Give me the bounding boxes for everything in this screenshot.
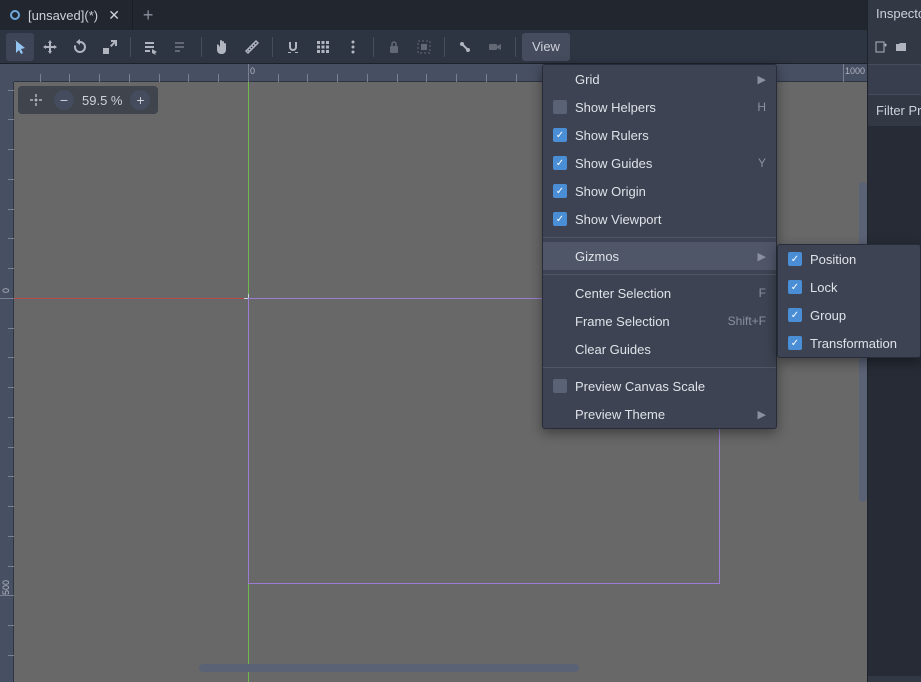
close-icon[interactable]: ✕ <box>106 7 122 23</box>
menu-frame-selection[interactable]: Frame Selection Shift+F <box>543 307 776 335</box>
load-resource-icon[interactable] <box>894 40 908 54</box>
grid-snap-toggle[interactable] <box>309 33 337 61</box>
toolbar: View <box>0 30 921 64</box>
scrollbar-horizontal[interactable] <box>14 664 854 672</box>
resource-path <box>868 64 921 94</box>
submenu-position[interactable]: Position <box>778 245 920 273</box>
snap-toggle[interactable] <box>279 33 307 61</box>
ruler-v-label-0: 0 <box>1 288 11 293</box>
center-view-icon[interactable] <box>26 90 46 110</box>
skeleton-options[interactable] <box>451 33 479 61</box>
menu-preview-theme[interactable]: Preview Theme ▶ <box>543 400 776 428</box>
chevron-right-icon: ▶ <box>758 408 766 421</box>
view-menu-button[interactable]: View <box>522 33 570 61</box>
zoom-controls: − 59.5 % + <box>18 86 158 114</box>
menu-clear-guides[interactable]: Clear Guides <box>543 335 776 363</box>
add-tab-button[interactable]: + <box>133 5 163 26</box>
checkbox-checked-icon <box>553 184 567 198</box>
chevron-right-icon: ▶ <box>758 250 766 263</box>
scene-tab[interactable]: [unsaved](*) ✕ <box>0 0 133 30</box>
checkbox-checked-icon <box>788 336 802 350</box>
node-icon <box>10 10 20 20</box>
scrollbar-vertical[interactable] <box>859 82 867 662</box>
menu-show-helpers[interactable]: Show Helpers H <box>543 93 776 121</box>
tab-title: [unsaved](*) <box>28 8 98 23</box>
menu-show-guides[interactable]: Show Guides Y <box>543 149 776 177</box>
override-camera[interactable] <box>481 33 509 61</box>
checkbox-checked-icon <box>553 212 567 226</box>
checkbox-checked-icon <box>553 128 567 142</box>
menu-gizmos[interactable]: Gizmos ▶ <box>543 242 776 270</box>
menu-show-viewport[interactable]: Show Viewport <box>543 205 776 233</box>
checkbox-icon <box>553 379 567 393</box>
inspector-title: Inspector <box>868 0 921 30</box>
tab-bar: [unsaved](*) ✕ + <box>0 0 921 30</box>
checkbox-icon <box>553 100 567 114</box>
checkbox-checked-icon <box>788 252 802 266</box>
ruler-tool[interactable] <box>238 33 266 61</box>
ruler-v-label-500: 500 <box>1 580 11 595</box>
lock-tool[interactable] <box>167 33 195 61</box>
checkbox-checked-icon <box>788 308 802 322</box>
menu-show-origin[interactable]: Show Origin <box>543 177 776 205</box>
ruler-h-label-1000: 1000 <box>845 66 865 76</box>
list-select-tool[interactable] <box>137 33 165 61</box>
scale-tool[interactable] <box>96 33 124 61</box>
filter-properties[interactable]: Filter Properties <box>868 94 921 126</box>
ruler-h-label-0: 0 <box>250 66 255 76</box>
zoom-in-button[interactable]: + <box>130 90 150 110</box>
zoom-level[interactable]: 59.5 % <box>82 93 122 108</box>
submenu-transformation[interactable]: Transformation <box>778 329 920 357</box>
submenu-lock[interactable]: Lock <box>778 273 920 301</box>
view-dropdown: Grid ▶ Show Helpers H Show Rulers Show G… <box>542 64 777 429</box>
new-resource-icon[interactable] <box>874 40 888 54</box>
snap-options[interactable] <box>339 33 367 61</box>
group-selected[interactable] <box>410 33 438 61</box>
menu-grid[interactable]: Grid ▶ <box>543 65 776 93</box>
pan-tool[interactable] <box>208 33 236 61</box>
move-tool[interactable] <box>36 33 64 61</box>
menu-preview-canvas-scale[interactable]: Preview Canvas Scale <box>543 372 776 400</box>
inspector-body <box>868 126 921 676</box>
rotate-tool[interactable] <box>66 33 94 61</box>
checkbox-checked-icon <box>553 156 567 170</box>
submenu-group[interactable]: Group <box>778 301 920 329</box>
zoom-out-button[interactable]: − <box>54 90 74 110</box>
menu-center-selection[interactable]: Center Selection F <box>543 279 776 307</box>
select-tool[interactable] <box>6 33 34 61</box>
gizmos-submenu: Position Lock Group Transformation <box>777 244 921 358</box>
ruler-vertical[interactable]: 0 500 <box>0 64 14 682</box>
chevron-right-icon: ▶ <box>758 73 766 86</box>
menu-show-rulers[interactable]: Show Rulers <box>543 121 776 149</box>
checkbox-checked-icon <box>788 280 802 294</box>
lock-selected[interactable] <box>380 33 408 61</box>
inspector-toolbar <box>868 30 921 64</box>
ruler-corner <box>0 64 14 82</box>
